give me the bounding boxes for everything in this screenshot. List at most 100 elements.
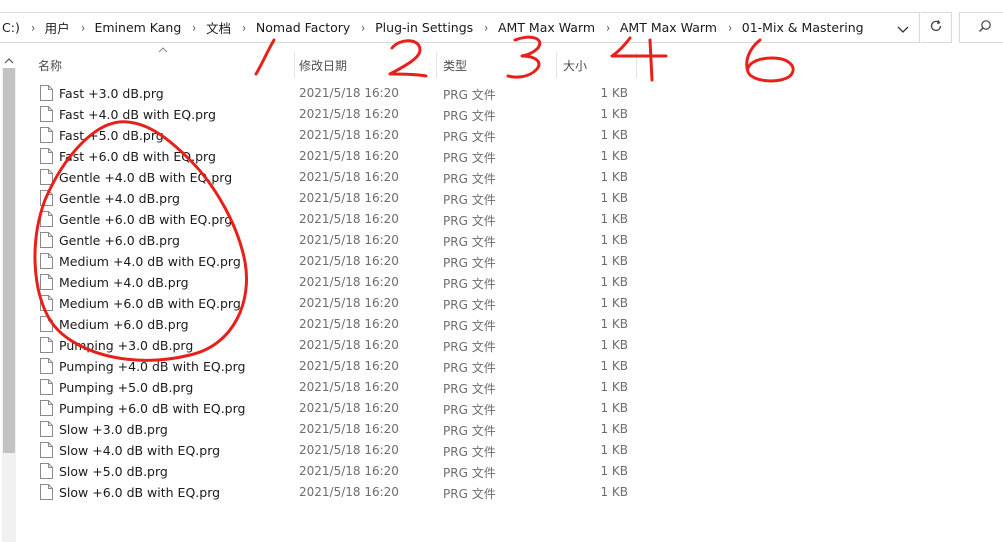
file-row[interactable]: Gentle +6.0 dB with EQ.prg 2021/5/18 16:2… (30, 209, 640, 230)
file-icon (40, 190, 53, 206)
file-type: PRG 文件 (443, 445, 496, 459)
chevron-right-icon[interactable]: › (355, 21, 370, 35)
file-size: 1 KB (600, 485, 628, 499)
crumb-amt-max-warm-1[interactable]: AMT Max Warm (495, 20, 598, 35)
file-name: Fast +3.0 dB.prg (59, 86, 164, 101)
file-row[interactable]: Medium +6.0 dB with EQ.prg 2021/5/18 16:2… (30, 293, 640, 314)
file-size: 1 KB (600, 149, 628, 163)
file-row[interactable]: Pumping +4.0 dB with EQ.prg 2021/5/18 16:… (30, 356, 640, 377)
breadcrumb: C:) › 用户 › Eminem Kang › 文档 › Nomad Fact… (0, 13, 867, 42)
file-date: 2021/5/18 16:20 (299, 107, 399, 121)
chevron-down-icon[interactable] (894, 21, 912, 37)
crumb-users[interactable]: 用户 (42, 18, 73, 37)
file-type: PRG 文件 (443, 487, 496, 501)
scrollbar-thumb[interactable] (3, 68, 15, 453)
chevron-right-icon[interactable]: › (186, 21, 201, 35)
file-type: PRG 文件 (443, 214, 496, 228)
column-divider[interactable] (436, 52, 437, 78)
file-row[interactable]: Medium +6.0 dB.prg 2021/5/18 16:20 PRG 文件 1… (30, 314, 640, 335)
file-row[interactable]: Fast +4.0 dB with EQ.prg 2021/5/18 16:20 P… (30, 104, 640, 125)
file-size: 1 KB (600, 443, 628, 457)
file-name: Medium +6.0 dB with EQ.prg (59, 296, 241, 311)
file-size: 1 KB (600, 86, 628, 100)
file-type: PRG 文件 (443, 424, 496, 438)
file-row[interactable]: Fast +5.0 dB.prg 2021/5/18 16:20 PRG 文件 1 K… (30, 125, 640, 146)
file-date: 2021/5/18 16:20 (299, 380, 399, 394)
file-type: PRG 文件 (443, 403, 496, 417)
column-header-date-label: 修改日期 (299, 58, 348, 73)
refresh-icon (929, 19, 943, 36)
file-size: 1 KB (600, 233, 628, 247)
column-header-name[interactable]: 名称 (38, 52, 292, 78)
scroll-up-icon[interactable] (2, 54, 16, 68)
file-row[interactable]: Pumping +5.0 dB.prg 2021/5/18 16:20 PRG 文件… (30, 377, 640, 398)
crumb-amt-max-warm-2[interactable]: AMT Max Warm (617, 20, 720, 35)
file-row[interactable]: Slow +4.0 dB with EQ.prg 2021/5/18 16:20 P… (30, 440, 640, 461)
address-bar[interactable]: C:) › 用户 › Eminem Kang › 文档 › Nomad Fact… (0, 12, 920, 43)
file-size: 1 KB (600, 254, 628, 268)
file-icon (40, 169, 53, 185)
column-divider[interactable] (556, 52, 557, 78)
crumb-drive[interactable]: C:) (0, 20, 23, 35)
chevron-right-icon[interactable]: › (75, 21, 90, 35)
file-row[interactable]: Slow +5.0 dB.prg 2021/5/18 16:20 PRG 文件 1 K… (30, 461, 640, 482)
file-icon (40, 274, 53, 290)
file-row[interactable]: Gentle +6.0 dB.prg 2021/5/18 16:20 PRG 文件 1… (30, 230, 640, 251)
search-input[interactable] (959, 12, 1003, 43)
chevron-right-icon[interactable]: › (600, 21, 615, 35)
crumb-mix-mastering[interactable]: 01-Mix & Mastering (739, 20, 867, 35)
file-name: Pumping +4.0 dB with EQ.prg (59, 359, 246, 374)
file-type: PRG 文件 (443, 466, 496, 480)
file-icon (40, 463, 53, 479)
file-name: Gentle +6.0 dB with EQ.prg (59, 212, 233, 227)
refresh-button[interactable] (921, 12, 952, 43)
file-date: 2021/5/18 16:20 (299, 296, 399, 310)
file-size: 1 KB (600, 107, 628, 121)
chevron-right-icon[interactable]: › (236, 21, 251, 35)
file-row[interactable]: Gentle +4.0 dB.prg 2021/5/18 16:20 PRG 文件 1… (30, 188, 640, 209)
file-row[interactable]: Pumping +6.0 dB with EQ.prg 2021/5/18 16:… (30, 398, 640, 419)
file-size: 1 KB (600, 212, 628, 226)
column-divider[interactable] (636, 52, 637, 78)
file-name: Pumping +3.0 dB.prg (59, 338, 194, 353)
file-icon (40, 295, 53, 311)
crumb-nomad-factory[interactable]: Nomad Factory (253, 20, 353, 35)
chevron-right-icon[interactable]: › (25, 21, 40, 35)
file-date: 2021/5/18 16:20 (299, 317, 399, 331)
file-row[interactable]: Slow +6.0 dB with EQ.prg 2021/5/18 16:20 P… (30, 482, 640, 503)
file-row[interactable]: Fast +6.0 dB with EQ.prg 2021/5/18 16:20 P… (30, 146, 640, 167)
file-name: Fast +4.0 dB with EQ.prg (59, 107, 216, 122)
file-row[interactable]: Fast +3.0 dB.prg 2021/5/18 16:20 PRG 文件 1 K… (30, 83, 640, 104)
file-size: 1 KB (600, 296, 628, 310)
column-header-date[interactable]: 修改日期 (299, 52, 433, 78)
search-icon (978, 19, 992, 36)
crumb-user[interactable]: Eminem Kang (91, 20, 184, 35)
file-date: 2021/5/18 16:20 (299, 401, 399, 415)
file-row[interactable]: Medium +4.0 dB.prg 2021/5/18 16:20 PRG 文件 1… (30, 272, 640, 293)
file-date: 2021/5/18 16:20 (299, 128, 399, 142)
file-row[interactable]: Medium +4.0 dB with EQ.prg 2021/5/18 16:2… (30, 251, 640, 272)
file-row[interactable]: Pumping +3.0 dB.prg 2021/5/18 16:20 PRG 文件… (30, 335, 640, 356)
file-size: 1 KB (600, 170, 628, 184)
file-name: Slow +4.0 dB with EQ.prg (59, 443, 221, 458)
file-size: 1 KB (600, 359, 628, 373)
file-row[interactable]: Gentle +4.0 dB with EQ.prg 2021/5/18 16:2… (30, 167, 640, 188)
crumb-plugin-settings[interactable]: Plug-in Settings (372, 20, 476, 35)
file-name: Slow +3.0 dB.prg (59, 422, 168, 437)
file-date: 2021/5/18 16:20 (299, 338, 399, 352)
file-type: PRG 文件 (443, 172, 496, 186)
file-icon (40, 127, 53, 143)
file-row[interactable]: Slow +3.0 dB.prg 2021/5/18 16:20 PRG 文件 1 K… (30, 419, 640, 440)
chevron-right-icon[interactable]: › (722, 21, 737, 35)
file-name: Medium +4.0 dB with EQ.prg (59, 254, 241, 269)
chevron-right-icon[interactable]: › (478, 21, 493, 35)
column-header-size[interactable]: 大小 (563, 52, 633, 78)
column-divider[interactable] (294, 52, 295, 78)
file-date: 2021/5/18 16:20 (299, 464, 399, 478)
file-size: 1 KB (600, 422, 628, 436)
file-type: PRG 文件 (443, 382, 496, 396)
file-date: 2021/5/18 16:20 (299, 233, 399, 247)
column-header-type[interactable]: 类型 (443, 52, 553, 78)
crumb-documents[interactable]: 文档 (203, 18, 234, 37)
file-name: Pumping +5.0 dB.prg (59, 380, 194, 395)
